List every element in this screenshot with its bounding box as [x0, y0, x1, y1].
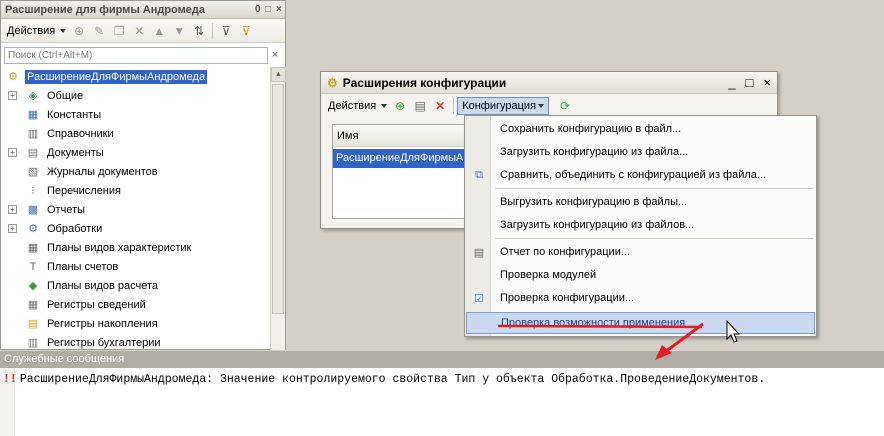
mouse-cursor-icon — [726, 319, 741, 343]
underline-annotation — [497, 324, 703, 329]
arrow-annotation — [664, 322, 704, 354]
annotation-overlay — [497, 319, 741, 360]
